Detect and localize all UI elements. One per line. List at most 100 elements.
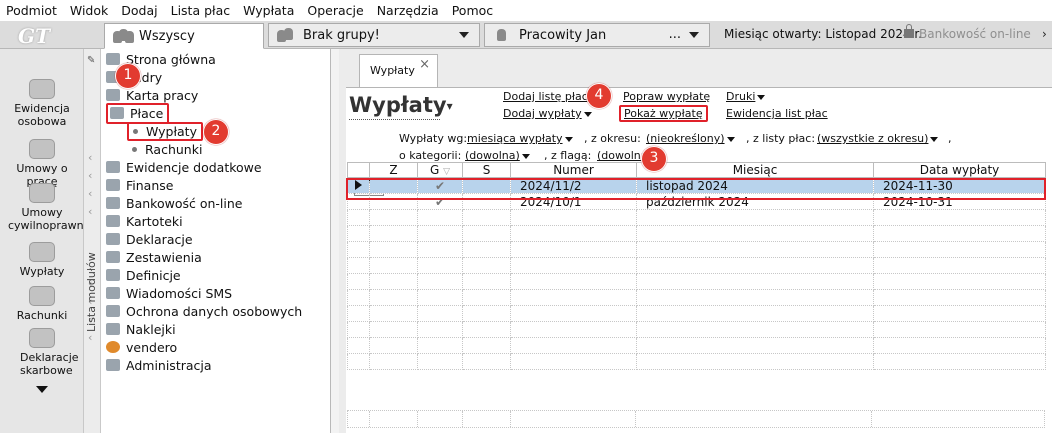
settings-icon: [106, 269, 120, 281]
tab-employee-pracowity-jan[interactable]: Pracowity Jan ...: [484, 23, 710, 47]
module-deklaracje[interactable]: Deklaracje: [106, 230, 193, 248]
menu-widok[interactable]: Widok: [70, 3, 108, 18]
tab-group-label: Brak grupy!: [303, 27, 380, 43]
chevron-left-icon[interactable]: ‹: [88, 205, 92, 218]
tab-employee-label: Pracowity Jan: [519, 27, 607, 43]
cell-miesiac: listopad 2024: [636, 177, 874, 194]
tab-wyplaty[interactable]: Wypłaty ×: [359, 54, 438, 88]
column-header[interactable]: Numer: [510, 162, 637, 178]
bank-online-status[interactable]: Bankowość on-line: [904, 24, 1031, 41]
column-header[interactable]: G ▽: [417, 162, 463, 178]
module-ewidencje-dodatkowe[interactable]: Ewidencje dodatkowe: [106, 158, 262, 176]
folder-icon: [106, 215, 120, 227]
menu-dodaj[interactable]: Dodaj: [121, 3, 157, 18]
chevron-down-icon[interactable]: [689, 32, 699, 38]
tab-group-wszyscy[interactable]: Wszyscy: [104, 23, 264, 49]
module-label: Ochrona danych osobowych: [126, 303, 303, 319]
step-badge-1: 1: [115, 63, 141, 89]
filter-lists-select[interactable]: (wszystkie z okresu): [817, 132, 939, 145]
quick-umowy-cywilnoprawne[interactable]: Umowy cywilnoprawne: [0, 183, 90, 232]
module-label: vendero: [126, 339, 178, 355]
module-wiadomosci-sms[interactable]: Wiadomości SMS: [106, 284, 232, 302]
menu-wyplata[interactable]: Wypłata: [243, 3, 294, 18]
filter-category-label: o kategorii:: [399, 149, 462, 162]
module-naklejki[interactable]: Naklejki: [106, 320, 176, 338]
tab-group-brak-grupy[interactable]: Brak grupy!: [268, 23, 480, 47]
table-row-empty: [347, 273, 1046, 290]
employee-more-label[interactable]: ...: [669, 27, 681, 42]
module-zestawienia[interactable]: Zestawienia: [106, 248, 202, 266]
table-row[interactable]: ✔ 2024/10/1 październik 2024 2024-10-31: [347, 193, 1046, 210]
module-kartoteki[interactable]: Kartoteki: [106, 212, 183, 230]
table-row-empty: [347, 209, 1046, 226]
column-header[interactable]: Z: [369, 162, 418, 178]
chevron-right-icon[interactable]: ›: [1042, 27, 1052, 41]
quick-umowy-o-prace[interactable]: Umowy o pracę: [0, 139, 84, 188]
quick-wyplaty[interactable]: Wypłaty: [0, 242, 84, 278]
fix-payment-link[interactable]: Popraw wypłatę: [623, 90, 710, 103]
chevron-down-icon: ▾: [446, 99, 453, 113]
module-place[interactable]: Płace: [106, 102, 170, 124]
row-indicator: [347, 177, 370, 194]
column-header[interactable]: Miesiąc: [636, 162, 874, 178]
quick-rachunki[interactable]: Rachunki: [0, 286, 84, 322]
gear-icon: [106, 341, 120, 353]
filter-category-select[interactable]: (dowolna): [465, 149, 530, 162]
modules-strip: ✎ ‹ ‹ ‹ ‹ ‹ ‹ ‹ ‹ Lista modułów: [84, 49, 101, 433]
module-definicje[interactable]: Definicje: [106, 266, 181, 284]
chevron-left-icon[interactable]: ‹: [88, 187, 92, 200]
table-header: Z G ▽ S Numer Miesiąc Data wypłaty: [347, 162, 1046, 178]
module-finanse[interactable]: Finanse: [106, 176, 173, 194]
close-icon[interactable]: ×: [419, 57, 430, 72]
module-wyplaty[interactable]: Wypłaty: [127, 121, 203, 141]
module-karta-pracy[interactable]: Karta pracy: [106, 86, 198, 104]
handshake-icon: [29, 183, 55, 203]
chevron-down-icon[interactable]: [459, 32, 469, 38]
group-toolbar: GT Wszyscy Brak grupy! Pracowity Jan ...…: [0, 21, 1052, 49]
module-label: Zestawienia: [126, 249, 202, 265]
pin-icon[interactable]: ✎: [87, 55, 95, 66]
column-header-indicator: [347, 162, 370, 178]
filter-by-select[interactable]: miesiąca wypłaty: [467, 132, 573, 145]
chevron-left-icon[interactable]: ‹: [88, 169, 92, 182]
list-icon: [106, 161, 120, 173]
money-icon: [29, 242, 55, 262]
add-payment-link[interactable]: Dodaj wypłaty: [503, 107, 592, 120]
menu-narzedzia[interactable]: Narzędzia: [377, 3, 439, 18]
table-row[interactable]: ✔ 2024/11/2 listopad 2024 2024-11-30: [347, 177, 1046, 194]
menu-operacje[interactable]: Operacje: [307, 3, 363, 18]
column-header[interactable]: S: [462, 162, 511, 178]
quick-ewidencja-osobowa[interactable]: Ewidencja osobowa: [0, 79, 84, 128]
module-administracja[interactable]: Administracja: [106, 356, 212, 374]
module-rachunki[interactable]: Rachunki: [132, 140, 202, 158]
module-vendero[interactable]: vendero: [106, 338, 177, 356]
bank-online-label: Bankowość on-line: [919, 27, 1031, 41]
module-ochrona-danych[interactable]: Ochrona danych osobowych: [106, 302, 302, 320]
column-header-label: G: [429, 163, 440, 177]
quick-deklaracje-skarbowe[interactable]: Deklaracje skarbowe: [0, 328, 84, 377]
shield-icon: [106, 305, 120, 317]
filter-value: (wszystkie z okresu): [817, 132, 929, 145]
menu-podmiot[interactable]: Podmiot: [6, 3, 57, 18]
page-title[interactable]: Wypłaty▾: [349, 93, 453, 117]
chevron-down-icon: [521, 153, 530, 159]
module-label: Strona główna: [126, 51, 216, 67]
chevron-left-icon[interactable]: ‹: [88, 151, 92, 164]
module-label: Definicje: [126, 267, 181, 283]
column-header[interactable]: Data wypłaty: [873, 162, 1046, 178]
module-bankowosc-online[interactable]: Bankowość on-line: [106, 194, 242, 212]
chevron-left-icon[interactable]: ‹: [88, 331, 92, 344]
current-row-icon: [355, 179, 362, 190]
scroll-down-icon[interactable]: [36, 386, 48, 393]
show-payment-link[interactable]: Pokaż wypłatę: [619, 105, 708, 122]
menu-lista-plac[interactable]: Lista płac: [171, 3, 231, 18]
tab-group-label: Wszyscy: [139, 28, 195, 44]
chevron-down-icon: [930, 136, 939, 142]
modules-vertical-label: Lista modułów: [85, 252, 98, 332]
prints-link[interactable]: Druki: [726, 90, 766, 103]
menu-pomoc[interactable]: Pomoc: [452, 3, 493, 18]
add-payroll-link[interactable]: Dodaj listę płac: [503, 90, 598, 103]
filter-period-select[interactable]: (nieokreślony): [646, 132, 735, 145]
payroll-register-link[interactable]: Ewidencja list płac: [726, 107, 828, 120]
quick-item-label: Rachunki: [16, 309, 68, 322]
